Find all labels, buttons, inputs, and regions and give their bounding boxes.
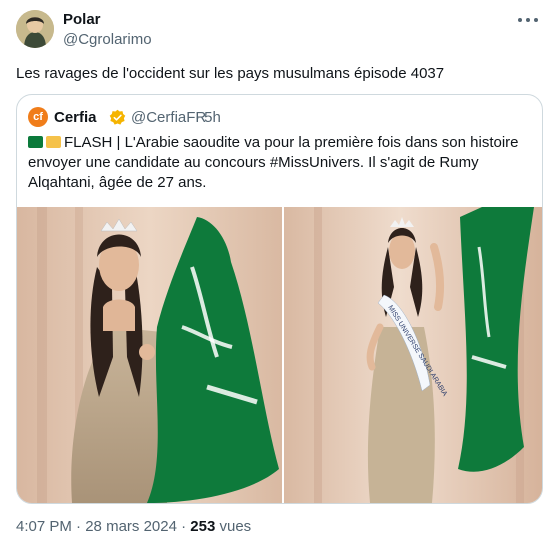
author-handle[interactable]: @Cgrolarimo [63, 31, 152, 48]
saudi-flag-emoji-icon [28, 136, 43, 148]
quoted-text: FLASH | L'Arabie saoudite va pour la pre… [28, 134, 519, 191]
tweet-meta: 4:07 PM · 28 mars 2024 · 253 vues [16, 518, 251, 535]
crown-emoji-icon [46, 136, 61, 148]
quoted-avatar[interactable]: cf [28, 107, 48, 127]
meta-separator: · [76, 518, 82, 535]
tweet-text: Les ravages de l'occident sur les pays m… [16, 65, 445, 82]
meta-separator: · [181, 518, 187, 535]
verified-badge-icon [109, 109, 126, 125]
views-label: vues [219, 518, 252, 535]
tweet-date[interactable]: 28 mars 2024 [85, 518, 177, 535]
quoted-time[interactable]: · 5h [195, 109, 221, 126]
author-avatar[interactable] [16, 10, 54, 48]
more-options-icon[interactable] [516, 12, 540, 28]
tweet-time[interactable]: 4:07 PM [16, 518, 72, 535]
media-image-left[interactable] [17, 207, 282, 503]
quoted-text-block: FLASH | L'Arabie saoudite va pour la pre… [28, 133, 536, 193]
author-name[interactable]: Polar [63, 11, 101, 28]
views-count: 253 [190, 518, 216, 535]
quoted-tweet[interactable]: cf Cerfia @CerfiaFR · 5h FLASH | L'Arabi… [16, 94, 543, 504]
quoted-name[interactable]: Cerfia [54, 109, 97, 126]
media-image-right[interactable]: MISS UNIVERSE SAUDI ARABIA [284, 207, 542, 503]
